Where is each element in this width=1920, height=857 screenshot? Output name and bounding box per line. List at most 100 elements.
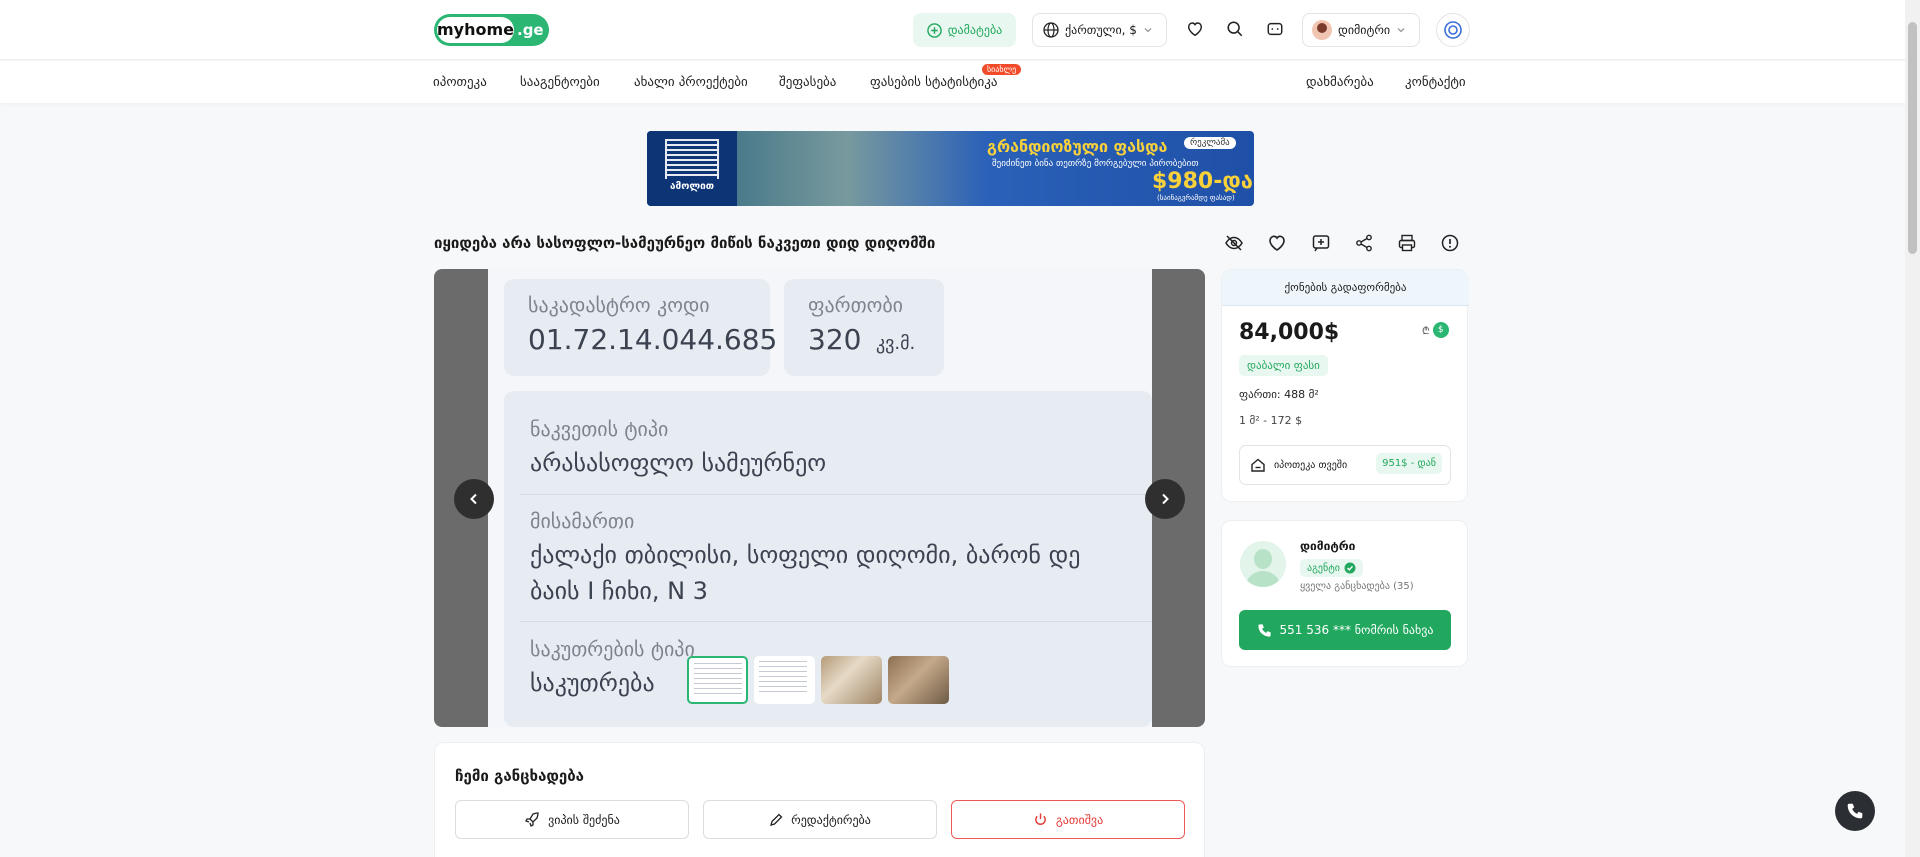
buy-vip-label: ვიპის შეძენა (548, 812, 620, 827)
search-icon[interactable] (1223, 17, 1247, 41)
nav-item-help[interactable]: დახმარება (1306, 75, 1374, 90)
power-icon (1034, 813, 1046, 825)
agent-all-ads-link[interactable]: ყველა განცხადება (35) (1300, 581, 1414, 592)
messages-icon[interactable] (1263, 17, 1287, 41)
favorites-icon[interactable] (1183, 17, 1207, 41)
nav-item-price-statistics[interactable]: ფასების სტატისტიკა (870, 75, 998, 90)
language-currency-label: ქართული, $ (1065, 23, 1137, 37)
call-support-button[interactable] (1835, 791, 1875, 831)
divider (520, 621, 1152, 622)
banner-brand: ამოლით (669, 181, 715, 192)
user-menu-button[interactable]: დიმიტრი (1302, 13, 1420, 47)
edit-label: რედაქტირება (791, 812, 871, 827)
pencil-icon (770, 813, 783, 826)
my-listing-title: ჩემი განცხადება (455, 767, 584, 785)
rocket-icon (525, 811, 539, 827)
gallery-thumbnail[interactable] (687, 656, 748, 704)
site-logo[interactable]: myhome .ge (434, 14, 549, 46)
page-scrollbar[interactable] (1905, 0, 1920, 857)
banner-title: გრანდიოზული ფასდა (987, 137, 1168, 156)
logo-suffix: .ge (517, 21, 544, 39)
favorite-icon[interactable] (1266, 232, 1288, 254)
top-bar: myhome .ge დამატება ქართული, $ დიმიტრი (0, 0, 1920, 60)
deactivate-label: გათიშვა (1055, 812, 1104, 827)
phone-icon (1257, 623, 1271, 637)
gallery-thumbnail[interactable] (888, 656, 949, 704)
edit-button[interactable]: რედაქტირება (703, 800, 937, 839)
listing-title: იყიდება არა სასოფლო-სამეურნეო მიწის ნაკვ… (434, 234, 936, 252)
nav-item-agencies[interactable]: სააგენტოები (520, 75, 600, 90)
gallery-thumbnail[interactable] (821, 656, 882, 704)
agent-role: აგენტი (1307, 562, 1340, 574)
new-badge: სიახლე (982, 64, 1022, 75)
home-icon (1251, 458, 1265, 472)
logo-text: myhome (437, 17, 514, 43)
share-icon[interactable] (1353, 232, 1375, 254)
add-listing-button[interactable]: დამატება (913, 13, 1016, 47)
low-price-badge: დაბალი ფასი (1239, 355, 1328, 376)
agent-role-badge: აგენტი (1300, 559, 1363, 577)
show-phone-label: 551 536 *** ნომრის ნახვა (1279, 623, 1434, 637)
ownership-value: საკუთრება (530, 669, 655, 697)
chevron-right-icon (1162, 493, 1169, 505)
ad-label: რეკლამა (1184, 137, 1236, 149)
currency-gel[interactable]: ₾ (1422, 323, 1430, 337)
property-transfer-link[interactable]: ქონების გადაფორმება (1222, 270, 1469, 306)
area-value: 320 (808, 323, 862, 356)
gallery-prev-button[interactable] (454, 479, 494, 519)
hide-icon[interactable] (1223, 232, 1245, 254)
price-card: ქონების გადაფორმება 84,000$ ₾ $ დაბალი ფ… (1221, 269, 1469, 502)
building-graphic (665, 139, 719, 179)
nav-item-mortgage[interactable]: იპოთეკა (433, 75, 487, 90)
ad-banner[interactable]: ამოლით გრანდიოზული ფასდა შეიძინეთ ბინა თ… (647, 131, 1254, 206)
chevron-down-icon (1397, 28, 1405, 33)
avatar (1312, 20, 1332, 40)
area-text: ფართი: 488 მ² (1239, 388, 1319, 401)
add-listing-label: დამატება (947, 23, 1003, 37)
agent-avatar (1240, 541, 1286, 587)
address-label: მისამართი (530, 509, 635, 533)
banner-subtitle: შეიძინეთ ბინა თეთრზე მორგებული პირობებით (992, 159, 1199, 169)
gallery-next-button[interactable] (1145, 479, 1185, 519)
ownership-label: საკუთრების ტიპი (530, 637, 695, 661)
user-name: დიმიტრი (1338, 23, 1391, 37)
banner-price-note: (საინაგვრამდე ფასად) (1157, 194, 1235, 202)
mortgage-calculator[interactable]: იპოთეკა თვეში 951$ - დან (1239, 445, 1451, 485)
verified-icon (1344, 562, 1356, 574)
banner-price: $980-დან (1152, 169, 1254, 194)
support-icon[interactable] (1436, 13, 1470, 47)
language-currency-select[interactable]: ქართული, $ (1032, 13, 1167, 47)
gallery-thumbnail[interactable] (754, 656, 815, 704)
agent-name[interactable]: დიმიტრი (1300, 539, 1355, 553)
cadastral-card: საკადასტრო კოდი 01.72.14.044.685 (504, 279, 777, 376)
print-icon[interactable] (1396, 232, 1418, 254)
photo-gallery[interactable]: საკადასტრო კოდი 01.72.14.044.685 ფართობი… (434, 269, 1205, 727)
report-icon[interactable] (1439, 232, 1461, 254)
nav-item-contact[interactable]: კონტაქტი (1405, 75, 1466, 90)
gallery-main-image: საკადასტრო კოდი 01.72.14.044.685 ფართობი… (488, 269, 1152, 727)
mortgage-label: იპოთეკა თვეში (1274, 459, 1348, 471)
nav-item-new-projects[interactable]: ახალი პროექტები (634, 75, 748, 90)
deactivate-button[interactable]: გათიშვა (951, 800, 1185, 839)
mortgage-value: 951$ - დან (1376, 453, 1442, 474)
currency-toggle[interactable]: ₾ $ (1422, 322, 1449, 338)
scrollbar-thumb[interactable] (1908, 22, 1917, 254)
area-label: ფართობი (808, 293, 904, 317)
phone-chat-icon (1847, 803, 1863, 819)
currency-usd[interactable]: $ (1432, 322, 1449, 338)
area-card: ფართობი 320 კვ.მ. (784, 279, 944, 376)
chevron-down-icon (1144, 28, 1152, 33)
chevron-left-icon (470, 493, 477, 505)
address-line-1: ქალაქი თბილისი, სოფელი დიღომი, ბარონ დე (530, 541, 1081, 569)
price-per-sqm: 1 მ² - 172 $ (1239, 414, 1303, 427)
add-note-icon[interactable] (1310, 232, 1332, 254)
buy-vip-button[interactable]: ვიპის შეძენა (455, 800, 689, 839)
area-unit: კვ.მ. (876, 333, 916, 354)
show-phone-button[interactable]: 551 536 *** ნომრის ნახვა (1239, 610, 1451, 650)
nav-item-valuation[interactable]: შეფასება (779, 75, 836, 90)
main-navigation: იპოთეკა სააგენტოები ახალი პროექტები შეფა… (0, 61, 1920, 103)
cadastral-value: 01.72.14.044.685 (528, 323, 778, 356)
address-line-2: ბაის I ჩიხი, N 3 (530, 577, 708, 605)
plus-circle-icon (926, 22, 942, 38)
my-listing-panel: ჩემი განცხადება ვიპის შეძენა რედაქტირება… (434, 742, 1205, 857)
